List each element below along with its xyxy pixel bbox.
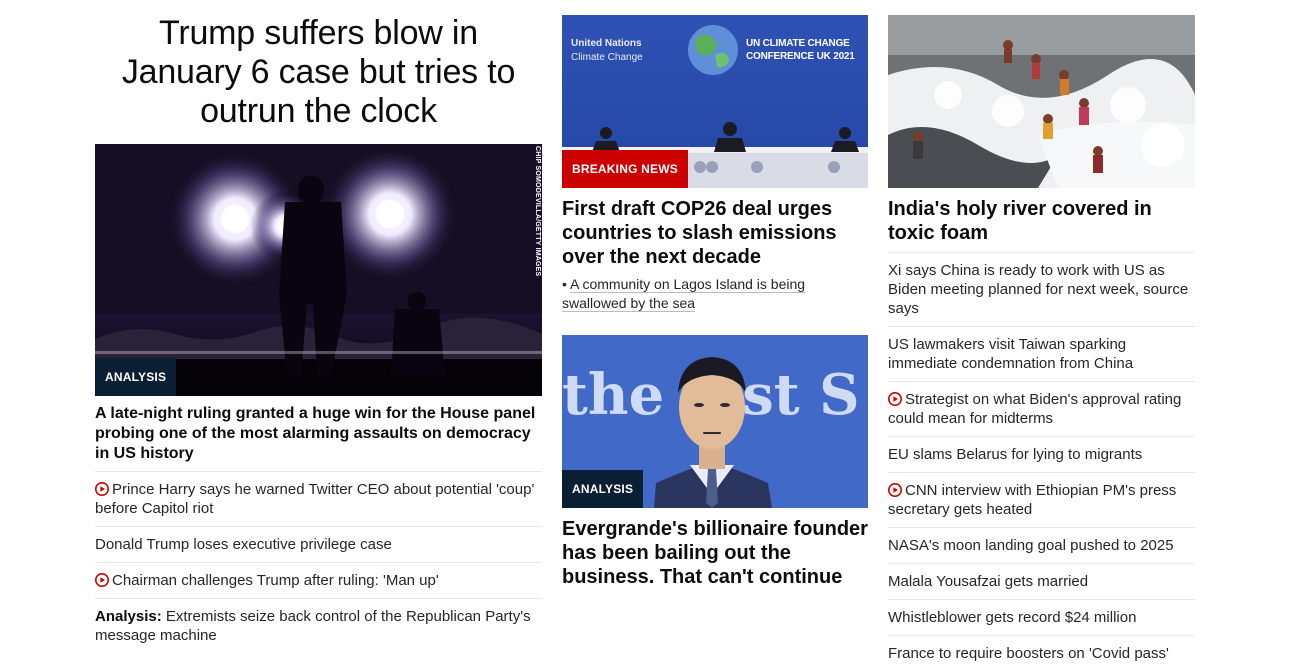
list-item-text: Whistleblower gets record $24 million — [888, 609, 1137, 626]
list-item-text: Prince Harry says he warned Twitter CEO … — [95, 481, 535, 517]
list-item[interactable]: EU slams Belarus for lying to migrants — [888, 436, 1195, 472]
river-photo[interactable] — [888, 15, 1195, 188]
conference-title: UN CLIMATE CHANGE — [746, 38, 850, 49]
analysis-badge: ANALYSIS — [95, 358, 177, 396]
video-play-icon — [888, 392, 902, 406]
photo-credit: CHIP SOMODEVILLA/GETTY IMAGES — [534, 146, 541, 277]
list-item-text: NASA's moon landing goal pushed to 2025 — [888, 537, 1174, 554]
breaking-news-badge: BREAKING NEWS — [562, 150, 688, 188]
bullet-dot: • — [562, 276, 571, 292]
main-headline[interactable]: Trump suffers blow in January 6 case but… — [95, 14, 542, 131]
lead-headline[interactable]: A late-night ruling granted a huge win f… — [95, 404, 542, 464]
video-play-icon — [95, 573, 109, 587]
video-play-icon — [888, 483, 902, 497]
trump-photo[interactable]: CHIP SOMODEVILLA/GETTY IMAGES ANALYSIS — [95, 144, 542, 396]
list-item-text: Malala Yousafzai gets married — [888, 573, 1089, 590]
list-item[interactable]: Xi says China is ready to work with US a… — [888, 252, 1195, 326]
list-item[interactable]: Analysis: Extremists seize back control … — [95, 598, 542, 653]
related-stories-list: Prince Harry says he warned Twitter CEO … — [95, 471, 542, 653]
river-foam-image — [888, 15, 1195, 188]
evergrande-headline[interactable]: Evergrande's billionaire founder has bee… — [562, 517, 868, 589]
river-headline[interactable]: India's holy river covered in toxic foam — [888, 197, 1195, 245]
conference-subtitle: CONFERENCE UK 2021 — [746, 51, 855, 62]
analysis-prefix: Analysis: — [95, 608, 162, 625]
headlines-list: Xi says China is ready to work with US a… — [888, 252, 1195, 671]
sub-bullet-link[interactable]: • A community on Lagos Island is being s… — [562, 275, 868, 313]
evergrande-photo[interactable]: the st S ANALYSIS — [562, 335, 868, 508]
list-item[interactable]: CNN interview with Ethiopian PM's press … — [888, 472, 1195, 527]
list-item[interactable]: Strategist on what Biden's approval rati… — [888, 381, 1195, 436]
list-item[interactable]: US lawmakers visit Taiwan sparking immed… — [888, 326, 1195, 381]
cop26-photo[interactable]: United Nations Climate Change UN CLIMATE… — [562, 15, 868, 188]
list-item-text: EU slams Belarus for lying to migrants — [888, 446, 1143, 463]
list-item[interactable]: Prince Harry says he warned Twitter CEO … — [95, 471, 542, 526]
un-banner-subtitle: Climate Change — [571, 52, 643, 63]
list-item-text: Strategist on what Biden's approval rati… — [888, 391, 1182, 427]
cop26-headline[interactable]: First draft COP26 deal urges countries t… — [562, 197, 868, 269]
un-banner-title: United Nations — [571, 38, 642, 49]
list-item-text: Xi says China is ready to work with US a… — [888, 262, 1189, 317]
list-item[interactable]: Donald Trump loses executive privilege c… — [95, 526, 542, 562]
list-item[interactable]: France to require boosters on 'Covid pas… — [888, 635, 1195, 671]
list-item[interactable]: Whistleblower gets record $24 million — [888, 599, 1195, 635]
list-item[interactable]: Chairman challenges Trump after ruling: … — [95, 562, 542, 598]
right-column: India's holy river covered in toxic foam… — [888, 0, 1195, 671]
un-banner-left: United Nations Climate Change — [571, 37, 643, 65]
top-story-column: Trump suffers blow in January 6 case but… — [95, 0, 542, 653]
middle-column: United Nations Climate Change UN CLIMATE… — [562, 0, 868, 589]
video-play-icon — [95, 482, 109, 496]
list-item-text: France to require boosters on 'Covid pas… — [888, 645, 1169, 662]
analysis-badge: ANALYSIS — [562, 470, 644, 508]
list-item[interactable]: Malala Yousafzai gets married — [888, 563, 1195, 599]
list-item-text: Chairman challenges Trump after ruling: … — [112, 572, 439, 589]
list-item[interactable]: NASA's moon landing goal pushed to 2025 — [888, 527, 1195, 563]
list-item-text: Donald Trump loses executive privilege c… — [95, 536, 392, 553]
list-item-text: US lawmakers visit Taiwan sparking immed… — [888, 336, 1134, 372]
un-banner-right: UN CLIMATE CHANGE CONFERENCE UK 2021 — [746, 37, 855, 63]
list-item-text: CNN interview with Ethiopian PM's press … — [888, 482, 1177, 518]
sub-bullet-text: A community on Lagos Island is being swa… — [562, 276, 806, 312]
